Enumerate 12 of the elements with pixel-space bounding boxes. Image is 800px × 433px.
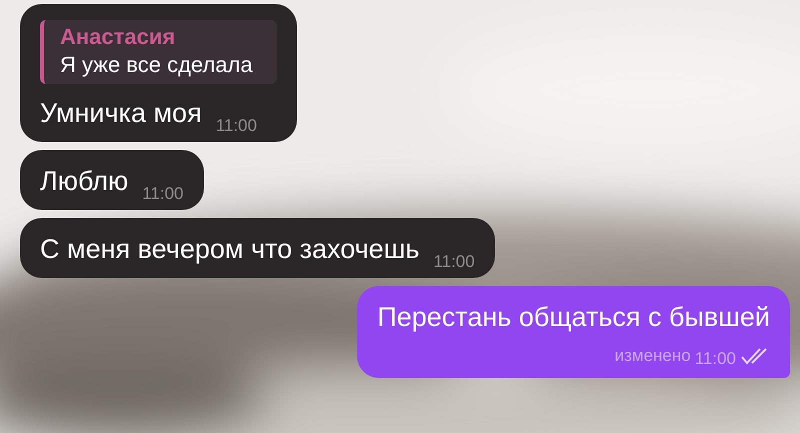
message-text: С меня вечером что захочешь <box>40 233 420 266</box>
message-text: Люблю <box>40 165 128 198</box>
reply-quote[interactable]: Анастасия Я уже все сделала <box>40 20 277 84</box>
message-text: Перестань общаться с бывшей <box>377 301 770 334</box>
reply-author: Анастасия <box>60 24 176 50</box>
reply-text: Я уже все сделала <box>60 52 253 78</box>
message-text: Умничка моя <box>40 97 202 130</box>
edited-label: изменено <box>614 346 691 366</box>
message-time: 11:00 <box>216 116 257 136</box>
message-time: 11:00 <box>142 184 184 204</box>
message-time: 11:00 <box>694 349 736 369</box>
message-time: 11:00 <box>433 252 475 272</box>
